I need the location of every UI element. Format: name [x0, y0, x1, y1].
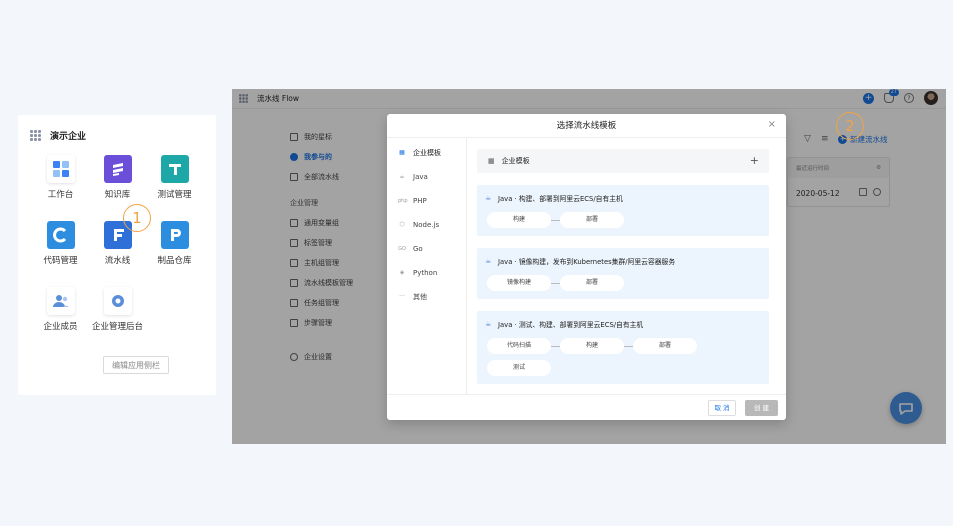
app-admin-console[interactable]: 企业管理后台 [89, 285, 146, 341]
workbench-icon [46, 155, 75, 183]
stage-build: 构建 [560, 338, 624, 354]
stage-connector [551, 282, 560, 284]
stage-deploy: 部署 [560, 212, 624, 228]
app-code-management[interactable]: 代码管理 [32, 219, 89, 275]
app-label: 企业成员 [43, 322, 78, 332]
edit-sidebar-button[interactable]: 编辑应用侧栏 [103, 356, 169, 374]
app-label: 工作台 [47, 190, 74, 200]
template-category-list: ▦ 企业模板 ☕ Java php PHP ⬡ Node.js GO Go ◈ Python… [387, 138, 467, 394]
close-icon[interactable]: × [768, 120, 776, 130]
launcher-header: 演示企业 [30, 123, 86, 147]
app-artifact-repo[interactable]: 制品仓库 [146, 219, 203, 275]
stage-connector [624, 346, 633, 347]
template-list: ▦ 企业模板 + ☕ Java · 构建、部署到阿里云ECS/自有主机 构建 部署… [477, 149, 769, 384]
stage-connector [551, 346, 560, 347]
app-label: 企业管理后台 [91, 322, 143, 332]
category-label: Node.js [413, 221, 440, 229]
category-java[interactable]: ☕ Java [387, 165, 466, 189]
apps-grid-icon[interactable] [30, 129, 41, 141]
artifact-repo-icon [160, 221, 189, 249]
create-button[interactable]: 创 建 [745, 400, 778, 416]
app-label: 测试管理 [157, 190, 192, 200]
category-label: PHP [413, 197, 427, 205]
step-marker-1: 1 [123, 204, 151, 232]
app-label: 流水线 [104, 256, 131, 266]
cancel-button[interactable]: 取 消 [708, 400, 736, 416]
section-title: 企业模板 [501, 157, 530, 165]
php-icon: php [398, 198, 408, 204]
template-title: Java · 构建、部署到阿里云ECS/自有主机 [498, 195, 623, 203]
pipeline-app-screenshot: 流水线 Flow + 27 ? 我的星标 我参与的 全部流水线 企业管理 通用变… [232, 89, 946, 444]
category-label: 其他 [413, 293, 427, 301]
template-picker-modal: 选择流水线模板 × ▦ 企业模板 ☕ Java php PHP ⬡ Node.js GO… [387, 114, 786, 420]
app-knowledge-base[interactable]: 知识库 [89, 153, 146, 209]
modal-footer: 取 消 创 建 [387, 394, 786, 420]
category-label: Java [413, 173, 428, 181]
app-grid: 工作台 知识库 测试管理 代码管理 流水线 制品仓库 企业成员 企业管理后台 [32, 153, 212, 341]
category-label: 企业模板 [413, 149, 441, 157]
category-go[interactable]: GO Go [387, 237, 466, 261]
java-icon: ☕ [485, 320, 492, 328]
test-management-icon [160, 155, 189, 183]
modal-title: 选择流水线模板 [387, 114, 786, 138]
category-label: Go [413, 245, 423, 253]
code-management-icon [46, 221, 75, 249]
add-template-icon[interactable]: + [750, 155, 759, 166]
admin-console-icon [103, 287, 132, 315]
category-php[interactable]: php PHP [387, 189, 466, 213]
app-members[interactable]: 企业成员 [32, 285, 89, 341]
nodejs-icon: ⬡ [399, 221, 405, 228]
java-icon: ☕ [485, 257, 492, 265]
app-label: 知识库 [104, 190, 131, 200]
python-icon: ◈ [399, 269, 405, 276]
category-enterprise[interactable]: ▦ 企业模板 [387, 141, 466, 165]
step-marker-2: 2 [836, 112, 864, 140]
template-title: Java · 测试、构建、部署到阿里云ECS/自有主机 [498, 321, 644, 329]
stage-build: 构建 [487, 212, 551, 228]
template-card[interactable]: ☕ Java · 构建、部署到阿里云ECS/自有主机 构建 部署 [477, 185, 769, 236]
stage-deploy: 部署 [633, 338, 697, 354]
stage-deploy: 部署 [560, 275, 624, 291]
members-icon [46, 287, 75, 315]
go-icon: GO [398, 246, 406, 252]
app-test-management[interactable]: 测试管理 [146, 153, 203, 209]
more-icon: ··· [399, 293, 405, 300]
java-icon: ☕ [399, 173, 405, 180]
stage-image-build: 镜像构建 [487, 275, 551, 291]
stage-code-scan: 代码扫描 [487, 338, 551, 354]
section-header: ▦ 企业模板 + [477, 149, 769, 173]
template-card[interactable]: ☕ Java · 测试、构建、部署到阿里云ECS/自有主机 代码扫描 测试 构建 … [477, 311, 769, 384]
app-workbench[interactable]: 工作台 [32, 153, 89, 209]
app-label: 代码管理 [43, 256, 78, 266]
org-name: 演示企业 [50, 131, 87, 142]
category-python[interactable]: ◈ Python [387, 261, 466, 285]
app-launcher-panel: 演示企业 工作台 知识库 测试管理 代码管理 流水线 制品仓库 企业成员 企业管… [18, 115, 216, 395]
enterprise-template-icon: ▦ [399, 149, 405, 156]
stage-connector [551, 219, 560, 221]
java-icon: ☕ [485, 194, 492, 202]
template-card[interactable]: ☕ Java · 镜像构建，发布到Kubernetes集群/阿里云容器服务 镜像构… [477, 248, 769, 299]
category-label: Python [413, 269, 438, 277]
template-title: Java · 镜像构建，发布到Kubernetes集群/阿里云容器服务 [498, 258, 676, 266]
category-nodejs[interactable]: ⬡ Node.js [387, 213, 466, 237]
enterprise-template-icon: ▦ [488, 157, 495, 165]
app-label: 制品仓库 [157, 256, 192, 266]
stage-test: 测试 [487, 360, 551, 376]
category-other[interactable]: ··· 其他 [387, 285, 466, 309]
knowledge-base-icon [103, 155, 132, 183]
